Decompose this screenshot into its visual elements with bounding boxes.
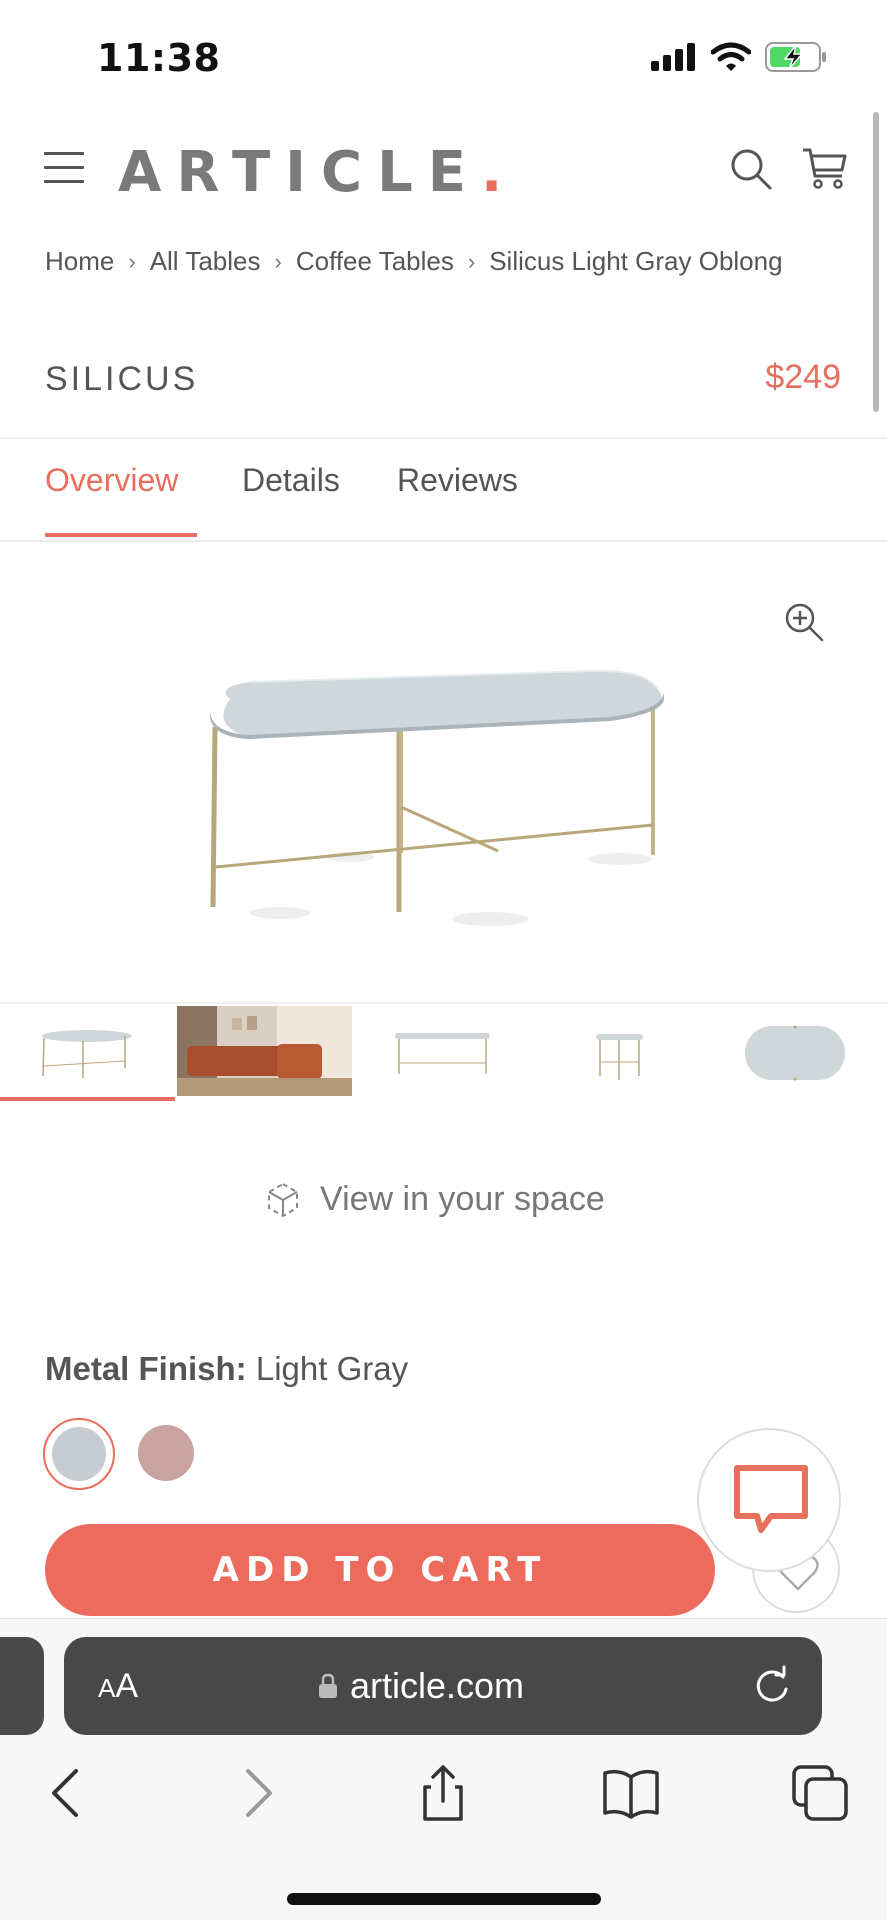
bookmarks-icon[interactable] (601, 1763, 661, 1823)
chevron-right-icon: › (128, 248, 136, 274)
thumbnail-strip (0, 1002, 887, 1102)
previous-tab-preview[interactable] (0, 1637, 44, 1735)
add-to-cart-button[interactable]: ADD TO CART (45, 1524, 715, 1616)
product-image[interactable] (190, 657, 680, 977)
breadcrumb-coffee-tables[interactable]: Coffee Tables (296, 246, 454, 277)
cart-icon[interactable] (800, 142, 850, 192)
browser-toolbar: AAAA article.com (0, 1618, 887, 1920)
breadcrumb: Home › All Tables › Coffee Tables › Sili… (45, 246, 783, 277)
logo-text: ARTICLE (118, 140, 482, 205)
thumbnail-2-lifestyle[interactable] (177, 1006, 352, 1096)
status-time: 11:38 (97, 36, 221, 80)
product-hero (0, 542, 887, 1002)
reader-settings-button[interactable]: AAAA (98, 1667, 138, 1706)
back-icon[interactable] (36, 1763, 96, 1823)
lock-icon (319, 1673, 337, 1698)
menu-icon[interactable] (44, 152, 84, 184)
wifi-icon (711, 42, 751, 71)
breadcrumb-home[interactable]: Home (45, 246, 114, 277)
url-text: article.com (350, 1665, 525, 1706)
reload-icon[interactable] (750, 1663, 794, 1707)
tab-details[interactable]: Details (242, 462, 340, 499)
chevron-right-icon: › (274, 248, 282, 274)
chat-bubble-icon (734, 1465, 808, 1533)
address-bar[interactable]: AAAA article.com (64, 1637, 822, 1735)
swatch-light-gray[interactable] (43, 1418, 115, 1490)
url-display[interactable]: article.com (318, 1665, 524, 1707)
battery-charging-icon (765, 42, 826, 72)
home-indicator (287, 1893, 601, 1905)
status-bar: 11:38 (0, 0, 887, 110)
product-name: SILICUS (45, 360, 199, 398)
status-icons (651, 42, 827, 72)
tabs-icon[interactable] (790, 1763, 850, 1823)
forward-icon[interactable] (228, 1763, 288, 1823)
ar-cube-icon (268, 1182, 298, 1217)
breadcrumb-current: Silicus Light Gray Oblong (489, 246, 783, 276)
thumbnail-5[interactable] (710, 1006, 885, 1096)
cellular-signal-icon (651, 43, 695, 71)
tab-reviews[interactable]: Reviews (397, 462, 518, 499)
finish-label-value: Light Gray (255, 1350, 409, 1387)
chat-button[interactable] (697, 1428, 841, 1572)
zoom-in-icon[interactable] (782, 600, 826, 644)
swatch-rose[interactable] (138, 1425, 194, 1481)
swatch-light-gray-color (52, 1427, 106, 1481)
thumbnail-4[interactable] (532, 1006, 707, 1096)
scroll-indicator (873, 112, 879, 412)
search-icon[interactable] (726, 144, 776, 194)
thumbnail-3[interactable] (355, 1006, 530, 1096)
finish-label: Metal Finish: Light Gray (45, 1350, 408, 1388)
logo-dot: . (481, 140, 518, 205)
site-header: ARTICLE. (0, 130, 887, 210)
tab-active-indicator (45, 533, 197, 537)
finish-label-key: Metal Finish: (45, 1350, 247, 1387)
view-in-your-space-label: View in your space (320, 1180, 605, 1218)
thumbnail-1[interactable] (0, 1006, 175, 1096)
thumbnail-active-indicator (0, 1097, 175, 1101)
logo[interactable]: ARTICLE. (118, 140, 517, 205)
breadcrumb-all-tables[interactable]: All Tables (150, 246, 261, 277)
chevron-right-icon: › (467, 248, 476, 274)
product-tabs: Overview Details Reviews (0, 440, 887, 540)
tab-overview[interactable]: Overview (45, 462, 178, 499)
divider (0, 437, 887, 439)
share-icon[interactable] (413, 1763, 473, 1823)
product-price: $249 (765, 358, 841, 396)
view-in-your-space-button[interactable]: View in your space (264, 1180, 605, 1219)
